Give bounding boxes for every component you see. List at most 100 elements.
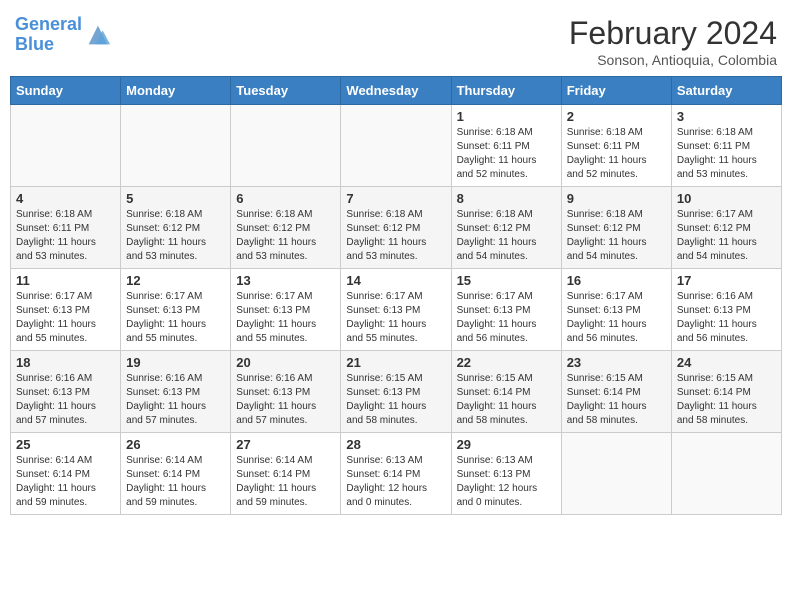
- day-number: 12: [126, 273, 225, 288]
- calendar-cell: 20 Sunrise: 6:16 AM Sunset: 6:13 PM Dayli…: [231, 351, 341, 433]
- calendar-cell: 9 Sunrise: 6:18 AM Sunset: 6:12 PM Daylig…: [561, 187, 671, 269]
- weekday-header-sunday: Sunday: [11, 77, 121, 105]
- day-info: Sunrise: 6:17 AM Sunset: 6:13 PM Dayligh…: [457, 290, 556, 346]
- day-info: Sunrise: 6:16 AM Sunset: 6:13 PM Dayligh…: [236, 372, 335, 428]
- calendar-cell: 16Sunrise: 6:17 AM Sunset: 6:13 PM Dayli…: [561, 269, 671, 351]
- day-info: Sunrise: 6:17 AM Sunset: 6:13 PM Dayligh…: [126, 290, 225, 346]
- calendar-cell: 7 Sunrise: 6:18 AM Sunset: 6:12 PM Daylig…: [341, 187, 451, 269]
- day-info: Sunrise: 6:18 AM Sunset: 6:12 PM Dayligh…: [567, 208, 666, 264]
- day-info: Sunrise: 6:17 AM Sunset: 6:13 PM Dayligh…: [236, 290, 335, 346]
- day-number: 13: [236, 273, 335, 288]
- calendar-cell: 1 Sunrise: 6:18 AM Sunset: 6:11 PM Daylig…: [451, 105, 561, 187]
- week-row-3: 11 Sunrise: 6:17 AM Sunset: 6:13 PM Dayli…: [11, 269, 782, 351]
- weekday-header-thursday: Thursday: [451, 77, 561, 105]
- day-info: Sunrise: 6:18 AM Sunset: 6:11 PM Dayligh…: [677, 126, 776, 182]
- day-number: 24: [677, 355, 776, 370]
- day-number: 20: [236, 355, 335, 370]
- day-number: 21: [346, 355, 445, 370]
- day-info: Sunrise: 6:17 AM Sunset: 6:13 PM Dayligh…: [16, 290, 115, 346]
- day-number: 7: [346, 191, 445, 206]
- day-number: 16: [567, 273, 666, 288]
- day-number: 10: [677, 191, 776, 206]
- calendar-cell: 14 Sunrise: 6:17 AM Sunset: 6:13 PM Dayli…: [341, 269, 451, 351]
- logo-icon: [84, 21, 112, 49]
- day-info: Sunrise: 6:13 AM Sunset: 6:14 PM Dayligh…: [346, 454, 445, 510]
- week-row-2: 4 Sunrise: 6:18 AM Sunset: 6:11 PM Daylig…: [11, 187, 782, 269]
- day-number: 6: [236, 191, 335, 206]
- logo-line1: General: [15, 14, 82, 34]
- day-info: Sunrise: 6:17 AM Sunset: 6:12 PM Dayligh…: [677, 208, 776, 264]
- calendar-cell: 4 Sunrise: 6:18 AM Sunset: 6:11 PM Daylig…: [11, 187, 121, 269]
- day-number: 2: [567, 109, 666, 124]
- logo-line2: Blue: [15, 34, 54, 54]
- weekday-header-tuesday: Tuesday: [231, 77, 341, 105]
- day-number: 22: [457, 355, 556, 370]
- calendar-cell: 18 Sunrise: 6:16 AM Sunset: 6:13 PM Dayli…: [11, 351, 121, 433]
- day-number: 29: [457, 437, 556, 452]
- calendar-cell: 15 Sunrise: 6:17 AM Sunset: 6:13 PM Dayli…: [451, 269, 561, 351]
- calendar-cell: 17 Sunrise: 6:16 AM Sunset: 6:13 PM Dayli…: [671, 269, 781, 351]
- day-number: 4: [16, 191, 115, 206]
- calendar-cell: [561, 433, 671, 515]
- day-info: Sunrise: 6:18 AM Sunset: 6:11 PM Dayligh…: [457, 126, 556, 182]
- calendar-cell: 19Sunrise: 6:16 AM Sunset: 6:13 PM Dayli…: [121, 351, 231, 433]
- day-number: 3: [677, 109, 776, 124]
- calendar-cell: 21 Sunrise: 6:15 AM Sunset: 6:13 PM Dayli…: [341, 351, 451, 433]
- calendar-cell: [341, 105, 451, 187]
- weekday-header-wednesday: Wednesday: [341, 77, 451, 105]
- day-number: 1: [457, 109, 556, 124]
- calendar-cell: [11, 105, 121, 187]
- day-info: Sunrise: 6:16 AM Sunset: 6:13 PM Dayligh…: [677, 290, 776, 346]
- calendar-cell: 2 Sunrise: 6:18 AM Sunset: 6:11 PM Daylig…: [561, 105, 671, 187]
- day-number: 18: [16, 355, 115, 370]
- day-number: 19: [126, 355, 225, 370]
- day-info: Sunrise: 6:17 AM Sunset: 6:13 PM Dayligh…: [346, 290, 445, 346]
- day-number: 9: [567, 191, 666, 206]
- calendar-cell: 22Sunrise: 6:15 AM Sunset: 6:14 PM Dayli…: [451, 351, 561, 433]
- calendar-cell: 12 Sunrise: 6:17 AM Sunset: 6:13 PM Dayli…: [121, 269, 231, 351]
- calendar-cell: 13 Sunrise: 6:17 AM Sunset: 6:13 PM Dayli…: [231, 269, 341, 351]
- calendar-cell: 6 Sunrise: 6:18 AM Sunset: 6:12 PM Daylig…: [231, 187, 341, 269]
- title-area: February 2024 Sonson, Antioquia, Colombi…: [569, 15, 777, 68]
- calendar-cell: 25 Sunrise: 6:14 AM Sunset: 6:14 PM Dayli…: [11, 433, 121, 515]
- day-number: 8: [457, 191, 556, 206]
- calendar-cell: 27Sunrise: 6:14 AM Sunset: 6:14 PM Dayli…: [231, 433, 341, 515]
- logo-text: General Blue: [15, 15, 82, 55]
- day-info: Sunrise: 6:16 AM Sunset: 6:13 PM Dayligh…: [16, 372, 115, 428]
- calendar-cell: 5Sunrise: 6:18 AM Sunset: 6:12 PM Daylig…: [121, 187, 231, 269]
- day-number: 11: [16, 273, 115, 288]
- day-info: Sunrise: 6:18 AM Sunset: 6:12 PM Dayligh…: [126, 208, 225, 264]
- calendar-cell: 3 Sunrise: 6:18 AM Sunset: 6:11 PM Daylig…: [671, 105, 781, 187]
- day-info: Sunrise: 6:18 AM Sunset: 6:11 PM Dayligh…: [16, 208, 115, 264]
- calendar-cell: 8 Sunrise: 6:18 AM Sunset: 6:12 PM Daylig…: [451, 187, 561, 269]
- day-number: 26: [126, 437, 225, 452]
- calendar-table: SundayMondayTuesdayWednesdayThursdayFrid…: [10, 76, 782, 515]
- calendar-cell: [671, 433, 781, 515]
- calendar-cell: 28Sunrise: 6:13 AM Sunset: 6:14 PM Dayli…: [341, 433, 451, 515]
- day-number: 17: [677, 273, 776, 288]
- day-info: Sunrise: 6:15 AM Sunset: 6:14 PM Dayligh…: [677, 372, 776, 428]
- weekday-header-row: SundayMondayTuesdayWednesdayThursdayFrid…: [11, 77, 782, 105]
- day-info: Sunrise: 6:14 AM Sunset: 6:14 PM Dayligh…: [16, 454, 115, 510]
- weekday-header-monday: Monday: [121, 77, 231, 105]
- day-info: Sunrise: 6:13 AM Sunset: 6:13 PM Dayligh…: [457, 454, 556, 510]
- day-info: Sunrise: 6:18 AM Sunset: 6:12 PM Dayligh…: [346, 208, 445, 264]
- day-number: 27: [236, 437, 335, 452]
- day-info: Sunrise: 6:15 AM Sunset: 6:13 PM Dayligh…: [346, 372, 445, 428]
- calendar-cell: 26Sunrise: 6:14 AM Sunset: 6:14 PM Dayli…: [121, 433, 231, 515]
- day-info: Sunrise: 6:18 AM Sunset: 6:11 PM Dayligh…: [567, 126, 666, 182]
- day-number: 25: [16, 437, 115, 452]
- day-info: Sunrise: 6:18 AM Sunset: 6:12 PM Dayligh…: [236, 208, 335, 264]
- day-number: 23: [567, 355, 666, 370]
- calendar-cell: 23Sunrise: 6:15 AM Sunset: 6:14 PM Dayli…: [561, 351, 671, 433]
- day-number: 15: [457, 273, 556, 288]
- calendar-cell: [231, 105, 341, 187]
- week-row-1: 1 Sunrise: 6:18 AM Sunset: 6:11 PM Daylig…: [11, 105, 782, 187]
- day-number: 14: [346, 273, 445, 288]
- week-row-5: 25 Sunrise: 6:14 AM Sunset: 6:14 PM Dayli…: [11, 433, 782, 515]
- page-header: General Blue February 2024 Sonson, Antio…: [10, 10, 782, 68]
- week-row-4: 18 Sunrise: 6:16 AM Sunset: 6:13 PM Dayli…: [11, 351, 782, 433]
- weekday-header-saturday: Saturday: [671, 77, 781, 105]
- day-info: Sunrise: 6:18 AM Sunset: 6:12 PM Dayligh…: [457, 208, 556, 264]
- location-subtitle: Sonson, Antioquia, Colombia: [569, 52, 777, 68]
